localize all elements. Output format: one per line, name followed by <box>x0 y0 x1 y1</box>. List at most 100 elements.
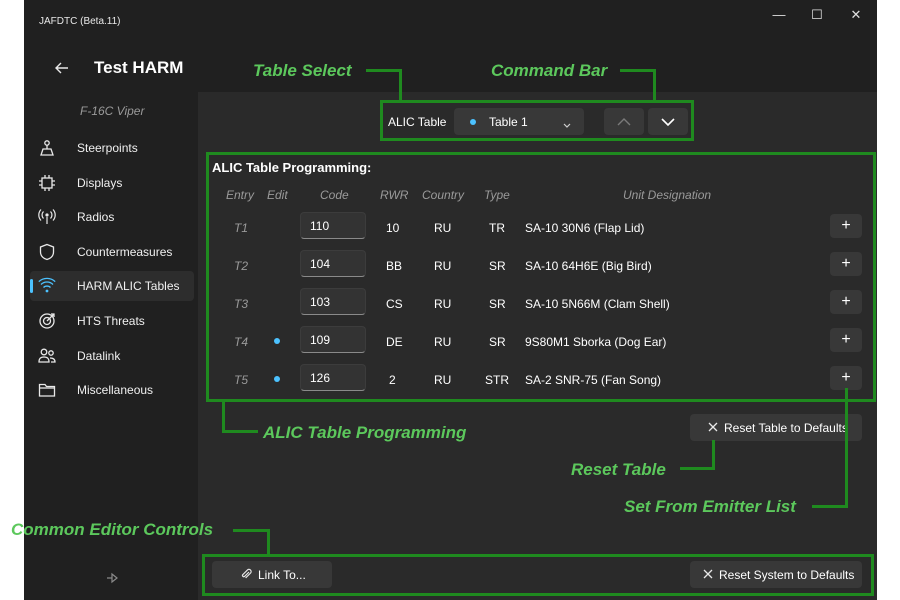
people-icon <box>38 347 56 365</box>
sidebar-item-steerpoints[interactable]: Steerpoints <box>30 133 194 163</box>
selection-indicator <box>30 279 33 293</box>
chevron-up-icon <box>617 118 631 126</box>
reset-system-label: Reset System to Defaults <box>719 568 855 582</box>
sidebar-item-displays[interactable]: Displays <box>30 168 194 198</box>
chevron-down-icon <box>661 118 675 127</box>
sidebar-item-label: HARM ALIC Tables <box>77 279 180 293</box>
programming-title: ALIC Table Programming: <box>212 160 372 175</box>
app-title: JAFDTC (Beta.11) <box>39 16 121 27</box>
column-header-type: Type <box>484 188 510 202</box>
airframe-label: F-16C Viper <box>80 104 145 118</box>
previous-table-button[interactable] <box>604 108 644 135</box>
pin-icon[interactable] <box>104 570 120 586</box>
antenna-icon <box>38 208 56 226</box>
country-cell: RU <box>434 297 452 311</box>
unit-cell: SA-10 5N66M (Clam Shell) <box>525 297 670 311</box>
sidebar-item-radios[interactable]: Radios <box>30 202 194 232</box>
rwr-cell: CS <box>386 297 403 311</box>
common-controls-annotation: Common Editor Controls <box>11 520 214 539</box>
unit-cell: SA-10 30N6 (Flap Lid) <box>525 221 645 235</box>
chip-icon <box>38 174 56 192</box>
type-cell: SR <box>489 297 506 311</box>
title-bar: JAFDTC (Beta.11) — ☐ ✕ <box>24 0 877 40</box>
code-input[interactable]: 110 <box>300 212 366 239</box>
command-bar-annotation: Command Bar <box>491 61 608 80</box>
sidebar-item-harm-alic-tables[interactable]: HARM ALIC Tables <box>30 271 194 301</box>
country-cell: RU <box>434 221 452 235</box>
sidebar-item-datalink[interactable]: Datalink <box>30 341 194 371</box>
code-input[interactable]: 109 <box>300 326 366 353</box>
code-input[interactable]: 104 <box>300 250 366 277</box>
type-cell: TR <box>489 221 505 235</box>
column-header-edit: Edit <box>267 188 288 202</box>
close-button[interactable]: ✕ <box>841 6 871 24</box>
code-input[interactable]: 103 <box>300 288 366 315</box>
sidebar-item-label: Displays <box>77 176 123 190</box>
alic-programming-annotation: ALIC Table Programming <box>263 423 467 442</box>
table-indicator-dot <box>470 119 476 125</box>
table-select-value: Table 1 <box>489 115 528 129</box>
maximize-button[interactable]: ☐ <box>802 6 832 24</box>
screenshot-stage: JAFDTC (Beta.11) — ☐ ✕ Test HARM F-16C V… <box>0 0 900 600</box>
minimize-button[interactable]: — <box>764 6 794 24</box>
set-from-emitter-button[interactable]: + <box>830 366 862 390</box>
reset-system-button[interactable]: Reset System to Defaults <box>690 561 862 588</box>
row-entry: T3 <box>234 297 249 311</box>
back-arrow-icon[interactable] <box>52 58 72 78</box>
unit-cell: SA-10 64H6E (Big Bird) <box>525 259 652 273</box>
paperclip-icon <box>240 568 252 580</box>
set-from-emitter-button[interactable]: + <box>830 252 862 276</box>
sidebar-item-label: Radios <box>77 210 115 224</box>
country-cell: RU <box>434 373 452 387</box>
code-input[interactable]: 126 <box>300 364 366 391</box>
alic-table-label: ALIC Table <box>388 115 447 129</box>
sidebar-item-countermeasures[interactable]: Countermeasures <box>30 237 194 267</box>
table-select-dropdown[interactable]: Table 1 <box>454 108 584 135</box>
edited-indicator-dot <box>274 338 280 344</box>
unit-cell: 9S80M1 Sborka (Dog Ear) <box>525 335 667 349</box>
column-header-rwr: RWR <box>380 188 409 202</box>
chevron-down-icon <box>562 117 572 128</box>
row-entry: T4 <box>234 335 249 349</box>
rwr-cell: 10 <box>386 221 400 235</box>
rwr-cell: DE <box>386 335 403 349</box>
reset-table-label: Reset Table to Defaults <box>724 421 848 435</box>
target-icon <box>38 312 56 330</box>
link-to-button[interactable]: Link To... <box>212 561 332 588</box>
unit-cell: SA-2 SNR-75 (Fan Song) <box>525 373 662 387</box>
set-from-emitter-button[interactable]: + <box>830 214 862 238</box>
reset-table-annotation: Reset Table <box>571 460 666 479</box>
column-header-code: Code <box>320 188 349 202</box>
folder-icon <box>38 381 56 399</box>
type-cell: SR <box>489 259 506 273</box>
sidebar-item-label: Countermeasures <box>77 245 173 259</box>
column-header-country: Country <box>422 188 465 202</box>
country-cell: RU <box>434 259 452 273</box>
row-entry: T2 <box>234 259 249 273</box>
sidebar-item-label: HTS Threats <box>77 314 145 328</box>
sidebar-item-label: Steerpoints <box>77 141 138 155</box>
next-table-button[interactable] <box>648 108 688 135</box>
sidebar-item-label: Datalink <box>77 349 121 363</box>
steerpoint-icon <box>38 139 56 157</box>
table-select-annotation: Table Select <box>253 61 352 80</box>
close-icon <box>707 421 719 433</box>
edited-indicator-dot <box>274 376 280 382</box>
rwr-cell: 2 <box>389 373 396 387</box>
reset-table-button[interactable]: Reset Table to Defaults <box>690 414 862 441</box>
rwr-cell: BB <box>386 259 403 273</box>
wifi-icon <box>38 277 56 295</box>
set-from-emitter-button[interactable]: + <box>830 328 862 352</box>
column-header-unit-designation: Unit Designation <box>623 188 712 202</box>
sidebar-item-miscellaneous[interactable]: Miscellaneous <box>30 375 194 405</box>
type-cell: SR <box>489 335 506 349</box>
set-from-emitter-button[interactable]: + <box>830 290 862 314</box>
link-to-label: Link To... <box>258 568 306 582</box>
row-entry: T1 <box>234 221 249 235</box>
sidebar-item-hts-threats[interactable]: HTS Threats <box>30 306 194 336</box>
type-cell: STR <box>485 373 509 387</box>
page-title: Test HARM <box>94 58 184 77</box>
set-from-emitter-annotation: Set From Emitter List <box>624 497 796 516</box>
country-cell: RU <box>434 335 452 349</box>
column-header-entry: Entry <box>226 188 255 202</box>
